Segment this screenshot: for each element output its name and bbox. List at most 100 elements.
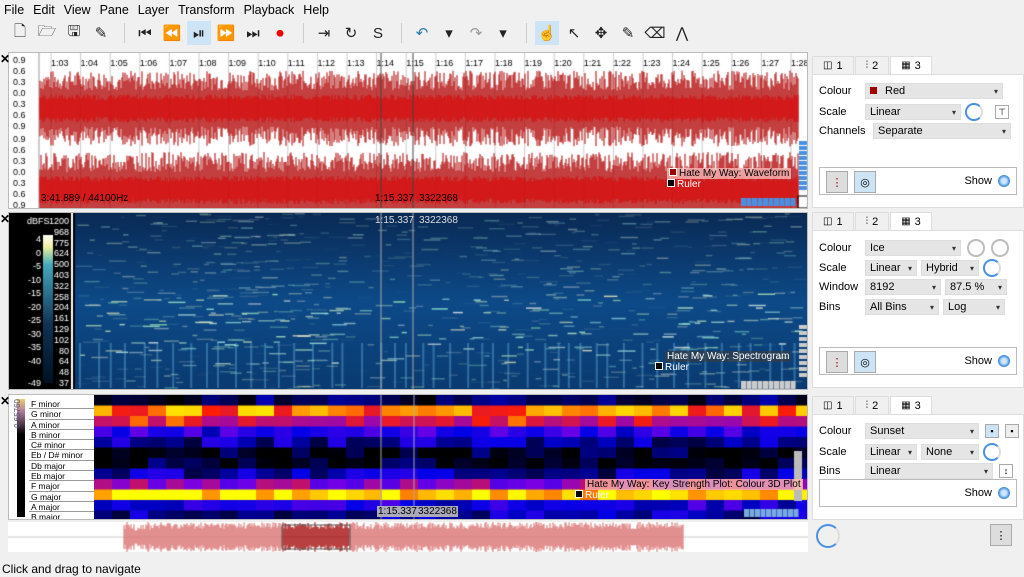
bins-dropdown[interactable]: Linear (865, 463, 993, 479)
playback-mute-icon[interactable]: ◎ (854, 171, 876, 193)
tab-layer-2[interactable]: ⫶ 2 (854, 212, 890, 230)
tab-layer-3[interactable]: ▦ 3 (890, 212, 932, 230)
normalize-icon[interactable]: ⊤ (995, 105, 1009, 119)
scale-secondary-dropdown[interactable]: None (921, 444, 979, 460)
close-pane-icon[interactable]: ✕ (0, 212, 10, 226)
gain-dial[interactable] (983, 259, 1001, 277)
tab-layer-2[interactable]: ⫶ 2 (854, 56, 890, 74)
bins-secondary-dropdown[interactable]: Log (943, 299, 1005, 315)
invert-icon[interactable]: ↕ (999, 464, 1013, 478)
show-layer-toggle[interactable] (998, 487, 1010, 499)
key-strength-pane[interactable]: 0.65760 F minor G minor A minor B minor C# m… (8, 394, 808, 520)
tab-layer-1[interactable]: ◫ 1 (812, 56, 854, 74)
smooth-toggle-icon[interactable]: ▪ (1005, 424, 1019, 438)
key-label: A major (29, 501, 95, 513)
property-row-scale: Scale Linear Hybrid (819, 259, 1001, 277)
rewind-button[interactable]: ⏪ (160, 21, 184, 45)
play-layer-icon[interactable]: ⋮ (826, 351, 848, 373)
property-label: Window (819, 281, 859, 293)
tab-layer-3[interactable]: ▦ 3 (890, 56, 932, 74)
ruler-layer-label[interactable]: Ruler (667, 179, 701, 190)
colour-dropdown[interactable]: Sunset (865, 423, 979, 439)
show-layer-toggle[interactable] (998, 175, 1010, 187)
window-dropdown[interactable]: 8192 (865, 279, 941, 295)
menu-file[interactable]: File (4, 3, 24, 17)
gain-dial[interactable] (965, 103, 983, 121)
save-as-button[interactable]: ✎ (89, 21, 113, 45)
ruler-layer-label[interactable]: Ruler (655, 362, 689, 373)
save-button[interactable]: 🖫 (62, 21, 86, 45)
menu-playback[interactable]: Playback (244, 3, 295, 17)
contrast-dial[interactable] (967, 239, 985, 257)
undo-menu-button[interactable]: ▾ (437, 21, 461, 45)
ruler-layer-label[interactable]: Ruler (575, 490, 609, 501)
playback-speed-dial[interactable] (816, 524, 840, 548)
move-button[interactable]: ✥ (589, 21, 613, 45)
colour3d-layer-icon: ▦ (901, 400, 911, 411)
colour-dropdown[interactable]: Ice (865, 240, 961, 256)
show-layer-toggle[interactable] (998, 355, 1010, 367)
undo-button[interactable]: ↶ (410, 21, 434, 45)
measure-button[interactable]: ⋀ (670, 21, 694, 45)
menu-edit[interactable]: Edit (33, 3, 55, 17)
menu-view[interactable]: View (64, 3, 91, 17)
colour-swatch (870, 87, 877, 94)
key-label: Eb / D# minor (29, 450, 95, 461)
tab-layer-3[interactable]: ▦ 3 (890, 396, 932, 414)
menu-layer[interactable]: Layer (138, 3, 169, 17)
waveform-pane[interactable]: 3:41.889 / 44100Hz 1:15.337 3322368 Hate… (8, 52, 808, 209)
channels-dropdown[interactable]: Separate (873, 123, 1011, 139)
menu-pane[interactable]: Pane (100, 3, 129, 17)
new-file-button[interactable]: 🗋 (8, 21, 32, 45)
play-selection-button[interactable]: ⇥ (312, 21, 336, 45)
property-label: Scale (819, 106, 847, 118)
rewind-start-button[interactable]: ⏮ (133, 21, 157, 45)
scale-secondary-dropdown[interactable]: Hybrid (921, 260, 979, 276)
play-layer-icon[interactable]: ⋮ (826, 171, 848, 193)
window-secondary-dropdown[interactable]: 87.5 % (945, 279, 1007, 295)
close-pane-icon[interactable]: ✕ (0, 394, 10, 408)
undo-icon: ↶ (415, 25, 429, 42)
playback-gain-icon[interactable]: ⋮ (990, 524, 1012, 546)
scale-dropdown[interactable]: Linear (865, 444, 917, 460)
scale-dropdown[interactable]: Linear (865, 260, 917, 276)
record-button[interactable]: ⏺ (268, 21, 292, 45)
menu-help[interactable]: Help (303, 3, 329, 17)
toolbar-separator (401, 23, 402, 43)
tab-layer-2[interactable]: ⫶ 2 (854, 396, 890, 414)
layer-name-label[interactable]: Hate My Way: Waveform (667, 168, 792, 179)
draw-pencil-button[interactable]: ✎ (616, 21, 640, 45)
redo-menu-button[interactable]: ▾ (491, 21, 515, 45)
property-row-window: Window 8192 87.5 % (819, 279, 1007, 295)
fast-forward-button[interactable]: ⏩ (214, 21, 238, 45)
normalize-toggle-icon[interactable]: ▪ (985, 424, 999, 438)
key-strength-canvas[interactable] (94, 395, 807, 519)
gain-dial[interactable] (983, 443, 1001, 461)
playback-mute-icon[interactable]: ◎ (854, 351, 876, 373)
solo-button[interactable]: S (366, 21, 390, 45)
navigate-hand-button[interactable]: ☝ (535, 21, 559, 45)
tab-label: 2 (872, 399, 879, 412)
select-arrow-button[interactable]: ↖ (562, 21, 586, 45)
spectrogram-layer-icon: ▦ (901, 216, 911, 227)
overview-navigator[interactable] (8, 522, 808, 552)
spectrogram-pane[interactable]: 1:15.337 3322368 Hate My Way: Spectrogra… (8, 212, 808, 390)
tab-layer-1[interactable]: ◫ 1 (812, 396, 854, 414)
open-folder-button[interactable]: 🗁 (35, 21, 59, 45)
colour-dropdown[interactable]: Red (865, 83, 1003, 99)
tab-layer-1[interactable]: ◫ 1 (812, 212, 854, 230)
erase-button[interactable]: ⌫ (643, 21, 667, 45)
loop-button[interactable]: ↻ (339, 21, 363, 45)
bins-dropdown[interactable]: All Bins (865, 299, 939, 315)
brightness-dial[interactable] (991, 239, 1009, 257)
redo-button[interactable]: ↷ (464, 21, 488, 45)
property-row-colour: Colour Ice (819, 239, 1009, 257)
scale-dropdown[interactable]: Linear (865, 104, 961, 120)
menu-transform[interactable]: Transform (178, 3, 235, 17)
layer-name-label[interactable]: Hate My Way: Key Strength Plot: Colour 3… (585, 479, 803, 490)
play-pause-button[interactable]: ⏯ (187, 21, 211, 45)
layer-name-label[interactable]: Hate My Way: Spectrogram (665, 351, 792, 362)
property-label: Colour (819, 425, 852, 437)
close-pane-icon[interactable]: ✕ (0, 52, 10, 66)
forward-end-button[interactable]: ⏭ (241, 21, 265, 45)
